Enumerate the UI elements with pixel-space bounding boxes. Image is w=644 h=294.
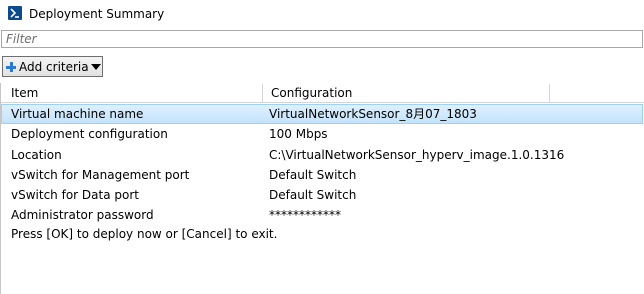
table-row[interactable]: Location C:\VirtualNetworkSensor_hyperv_… — [1, 145, 644, 165]
add-criteria-button[interactable]: Add criteria — [2, 56, 103, 77]
deploy-prompt-text: Press [OK] to deploy now or [Cancel] to … — [11, 227, 278, 241]
table-row[interactable]: vSwitch for Management port Default Swit… — [1, 165, 644, 185]
row-item-cell: Deployment configuration — [11, 127, 168, 142]
row-configuration-cell: VirtualNetworkSensor_8月07_1803 — [269, 107, 477, 121]
row-item-cell: Virtual machine name — [11, 107, 144, 121]
row-item-cell: Administrator password — [11, 208, 154, 223]
row-configuration-cell: ************ — [269, 208, 341, 223]
window-title: Deployment Summary — [29, 7, 165, 21]
grid-rows: Virtual machine name VirtualNetworkSenso… — [1, 104, 644, 226]
column-header-item[interactable]: Item — [1, 84, 263, 102]
title-bar: Deployment Summary — [0, 0, 644, 30]
table-row[interactable]: Deployment configuration 100 Mbps — [1, 124, 644, 144]
table-row[interactable]: vSwitch for Data port Default Switch — [1, 185, 644, 205]
row-item-cell: vSwitch for Data port — [11, 188, 139, 203]
row-item-cell: vSwitch for Management port — [11, 167, 190, 182]
row-configuration-cell: Default Switch — [269, 188, 357, 203]
filter-box[interactable] — [1, 30, 643, 48]
table-row[interactable]: Virtual machine name VirtualNetworkSenso… — [1, 104, 643, 125]
row-configuration-cell: C:\VirtualNetworkSensor_hyperv_image.1.0… — [269, 147, 565, 162]
filter-input[interactable] — [6, 32, 638, 46]
chevron-down-icon — [91, 64, 101, 70]
table-row[interactable]: Administrator password ************ — [1, 205, 644, 225]
row-configuration-cell: 100 Mbps — [269, 127, 328, 142]
grid-header: Item Configuration — [1, 84, 644, 103]
add-criteria-label: Add criteria — [19, 60, 89, 74]
column-header-filler — [550, 84, 644, 102]
column-header-configuration[interactable]: Configuration — [263, 84, 550, 102]
powershell-icon — [8, 6, 22, 20]
row-configuration-cell: Default Switch — [269, 167, 357, 182]
plus-icon — [6, 62, 16, 72]
row-item-cell: Location — [11, 147, 62, 162]
